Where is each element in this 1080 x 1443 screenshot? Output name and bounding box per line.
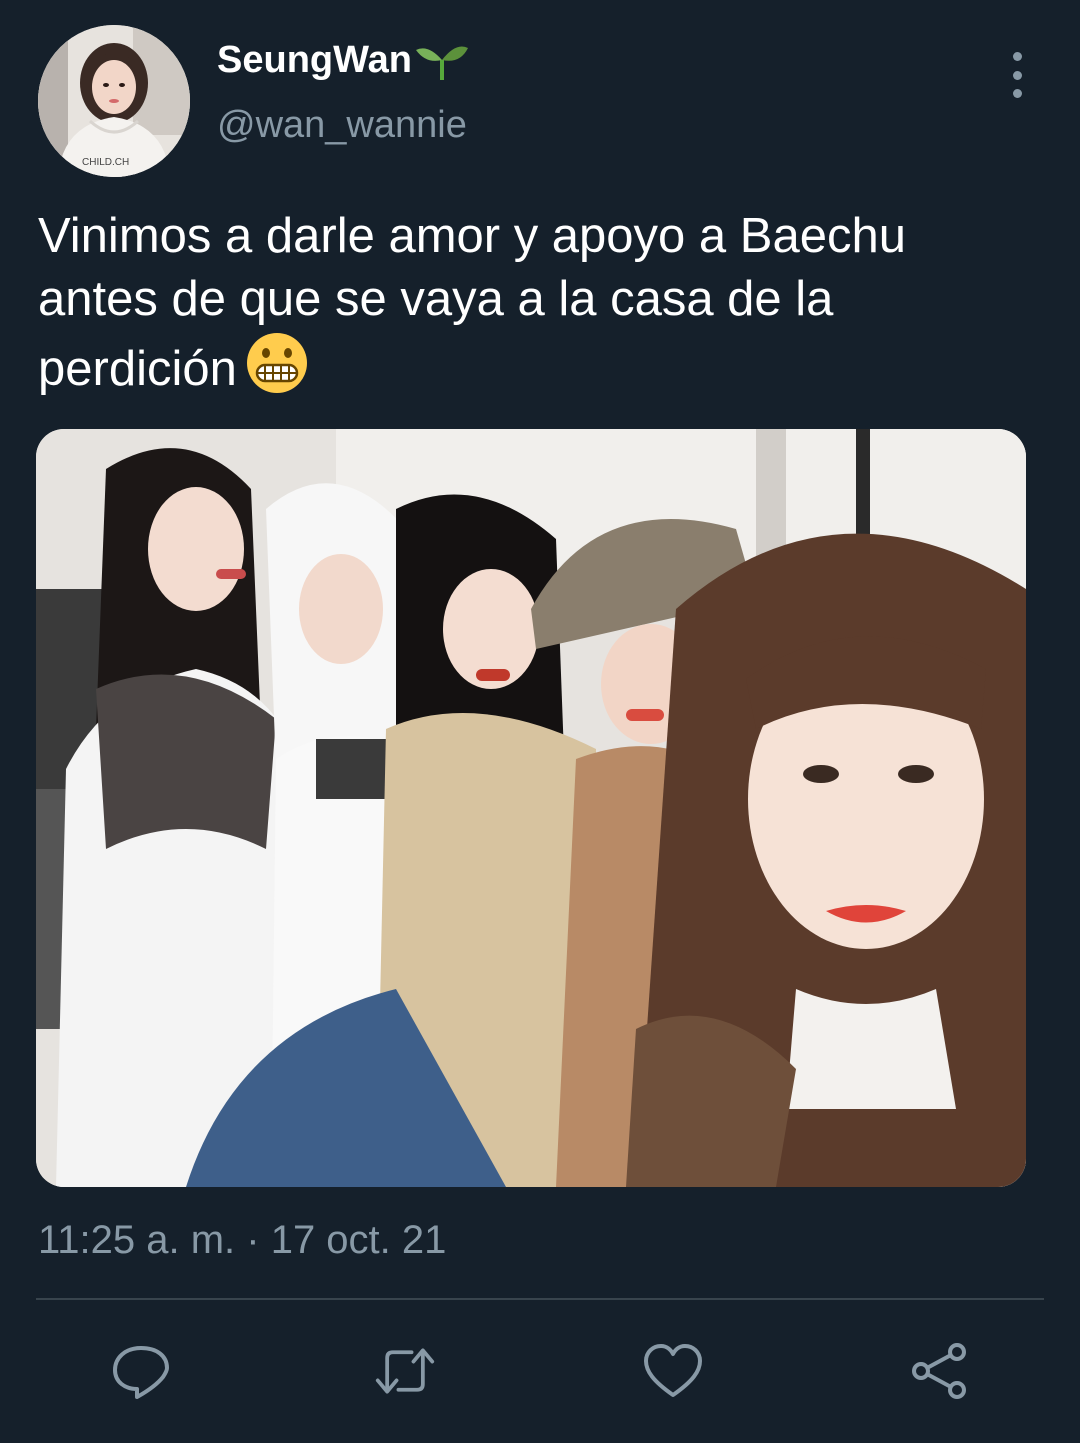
user-handle[interactable]: @wan_wannie [217,104,467,147]
retweet-button[interactable] [374,1340,436,1402]
heart-icon [644,1344,702,1397]
tweet-text-line: antes de que se vaya a la casa de la [38,272,834,326]
author-name-row[interactable]: SeungWan [217,38,470,82]
avatar[interactable]: CHILD.CH [38,25,190,177]
tweet-timestamp[interactable]: 11:25 a. m. · 17 oct. 21 [38,1218,446,1263]
tweet-photo[interactable] [36,429,1026,1187]
group-photo [36,429,1026,1187]
avatar-image: CHILD.CH [38,25,190,177]
retweet-icon [375,1348,435,1394]
more-options-button[interactable] [1000,52,1034,98]
like-button[interactable] [642,1340,704,1402]
tweet-detail: CHILD.CH SeungWan @wan_wannie Vinimos a … [0,0,1080,1443]
more-dot [1012,52,1022,61]
more-dot [1012,70,1022,80]
more-dot [1012,89,1022,98]
grimacing-face-icon [246,333,307,393]
tweet-text-line: Vinimos a darle amor y apoyo a Baechu [38,209,906,263]
reply-icon [113,1346,169,1399]
display-name[interactable]: SeungWan [217,39,412,82]
divider [36,1298,1044,1300]
tweet-text-line-last: perdición [38,331,1038,401]
seedling-icon [415,46,468,80]
share-icon [912,1343,966,1399]
tweet-text: Vinimos a darle amor y apoyo a Baechu an… [38,205,1038,401]
avatar-hoodie-text: CHILD.CH [82,157,129,168]
share-button[interactable] [908,1340,970,1402]
reply-button[interactable] [110,1340,172,1402]
tweet-text-last: perdición [38,342,237,396]
